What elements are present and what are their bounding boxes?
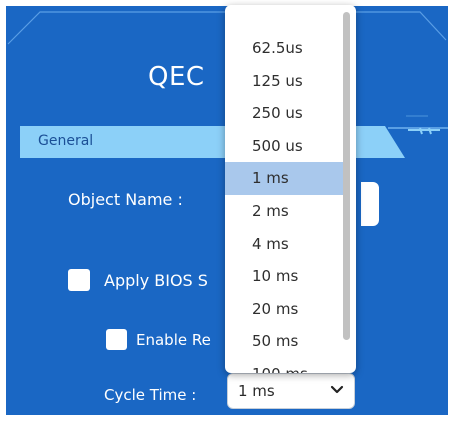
object-name-input[interactable] [361, 182, 379, 226]
section-label: General [38, 133, 94, 149]
dropdown-option[interactable]: 100 ms [225, 358, 345, 373]
enable-re-checkbox[interactable] [106, 329, 127, 350]
dropdown-option[interactable]: 50 ms [225, 325, 345, 358]
dropdown-option[interactable]: 500 us [225, 130, 345, 163]
dropdown-option[interactable]: 1 ms [225, 162, 345, 195]
dropdown-list: 62.5us 125 us 250 us 500 us 1 ms 2 ms 4 ms 10 m… [225, 32, 345, 373]
dropdown-option[interactable]: 250 us [225, 97, 345, 130]
apply-bios-checkbox[interactable] [68, 269, 90, 291]
window-title: QEC [148, 62, 205, 92]
dropdown-option[interactable]: 62.5us [225, 32, 345, 65]
cycle-time-dropdown[interactable]: 62.5us 125 us 250 us 500 us 1 ms 2 ms 4 ms 10 m… [225, 5, 356, 373]
chevron-down-icon [330, 385, 344, 394]
cycle-time-label: Cycle Time : [104, 386, 197, 404]
dropdown-option[interactable]: 125 us [225, 65, 345, 98]
cycle-time-value: 1 ms [238, 382, 275, 400]
dropdown-option[interactable]: 2 ms [225, 195, 345, 228]
dropdown-scrollbar[interactable] [343, 12, 350, 340]
enable-re-label: Enable Re [136, 331, 211, 349]
dropdown-option[interactable]: 4 ms [225, 228, 345, 261]
dropdown-option[interactable]: 10 ms [225, 260, 345, 293]
cycle-time-select[interactable]: 1 ms [227, 373, 355, 409]
apply-bios-label: Apply BIOS S [104, 271, 208, 290]
dropdown-option[interactable]: 20 ms [225, 293, 345, 326]
object-name-label: Object Name : [68, 190, 183, 209]
